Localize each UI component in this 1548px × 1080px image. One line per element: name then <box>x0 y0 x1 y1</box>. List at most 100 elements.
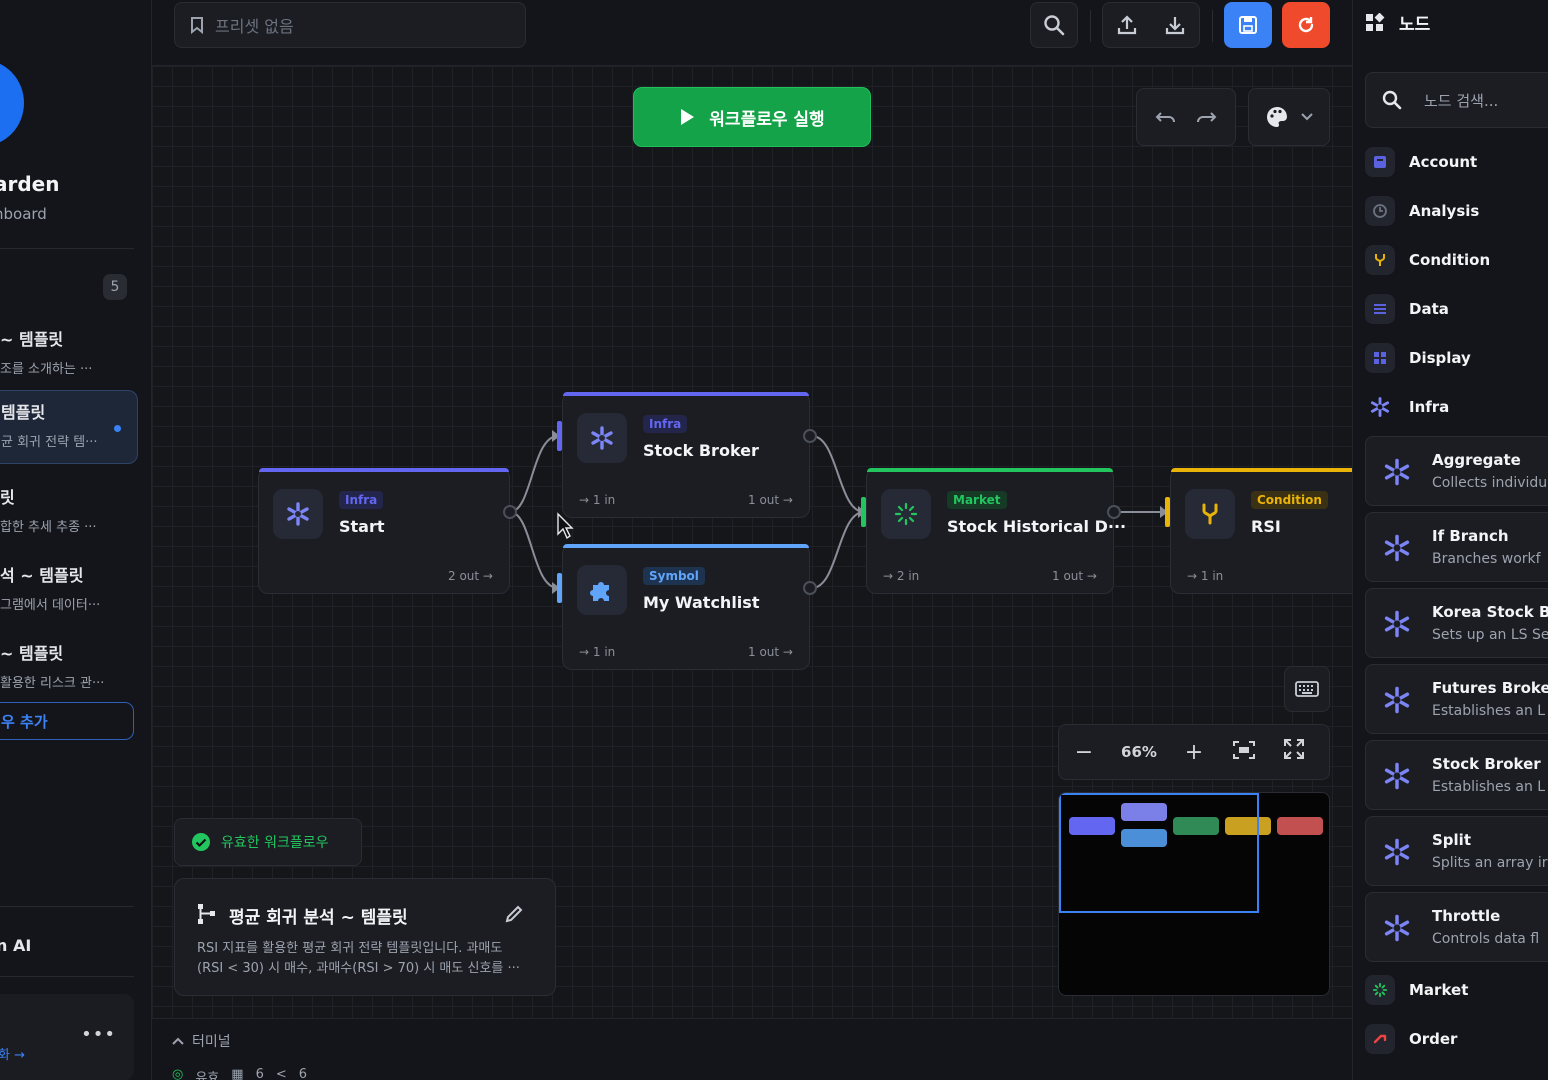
node-stock-historical[interactable]: Market Stock Historical D··· → 2 in 1 ou… <box>861 468 1126 594</box>
output-handle[interactable] <box>503 505 517 519</box>
run-workflow-button[interactable]: 워크플로우 실행 <box>634 88 870 146</box>
node-palette-panel: 노드 노드 검색... Account Analysis Condition D… <box>1352 0 1548 1080</box>
category-label: Account <box>1409 153 1478 171</box>
infra-asterisk-icon <box>1384 838 1410 866</box>
input-handle[interactable] <box>1165 497 1170 527</box>
output-handle[interactable] <box>803 429 817 443</box>
search-button[interactable] <box>1030 2 1078 48</box>
category-condition[interactable]: Condition <box>1365 240 1490 280</box>
category-label: Infra <box>1409 398 1450 416</box>
workflow-info-card: 평균 회귀 분석 ~ 템플릿 RSI 지표를 활용한 평균 회귀 전략 템플릿입… <box>174 878 556 996</box>
redo-icon[interactable] <box>1195 109 1217 125</box>
fullscreen-button[interactable] <box>1269 739 1319 765</box>
nodes-count: 6 <box>255 1067 264 1080</box>
zoom-out-button[interactable]: − <box>1059 740 1109 765</box>
market-pulse-icon <box>1365 975 1395 1005</box>
import-export-group <box>1102 2 1200 48</box>
output-handle[interactable] <box>1107 505 1121 519</box>
edges-count: 6 <box>298 1067 308 1080</box>
category-account[interactable]: Account <box>1365 142 1477 182</box>
keyboard-shortcuts-button[interactable] <box>1284 666 1330 712</box>
palette-node-if-branch[interactable]: If Branch Branches workf <box>1365 512 1548 582</box>
dashboard-icon <box>1365 343 1395 373</box>
workflow-item[interactable]: ~ 템플릿 조를 소개하는 ··· <box>0 318 138 392</box>
edit-pencil-icon[interactable] <box>505 905 523 923</box>
download-icon[interactable] <box>1164 14 1186 36</box>
workflow-item[interactable]: ~ 템플릿 활용한 리스크 관··· <box>0 632 138 706</box>
node-start[interactable]: Infra Start 2 out → <box>258 468 517 594</box>
upload-icon[interactable] <box>1116 14 1138 36</box>
divider <box>0 976 134 977</box>
save-button[interactable] <box>1224 2 1272 48</box>
workspace-title: arden <box>0 172 60 196</box>
category-label: Condition <box>1409 251 1491 269</box>
category-analysis[interactable]: Analysis <box>1365 191 1479 231</box>
divider <box>0 248 134 249</box>
user-card: ••• 화 → <box>0 994 134 1080</box>
account-icon <box>1365 147 1395 177</box>
workflow-info-desc-line: (RSI < 30) 시 매수, 과매수(RSI > 70) 시 매도 신호를 … <box>197 961 520 976</box>
workflow-item[interactable]: 석 ~ 템플릿 그램에서 데이터··· <box>0 554 138 628</box>
infra-asterisk-icon <box>1384 686 1410 714</box>
node-icon <box>273 489 323 539</box>
palette-node-split[interactable]: Split Splits an array ir <box>1365 816 1548 886</box>
output-handle[interactable] <box>803 581 817 595</box>
node-search-input[interactable]: 노드 검색... <box>1365 72 1548 128</box>
category-market[interactable]: Market <box>1365 970 1468 1010</box>
category-infra[interactable]: Infra <box>1365 387 1449 427</box>
infra-asterisk-icon <box>1384 914 1410 942</box>
workflow-info-desc: RSI 지표를 활용한 평균 회귀 전략 템플릿입니다. 과매도 (RSI < … <box>197 939 537 979</box>
workflow-item-active[interactable]: 템플릿 균 회귀 전략 템··· <box>0 390 138 464</box>
category-display[interactable]: Display <box>1365 338 1471 378</box>
theme-selector[interactable] <box>1248 88 1330 146</box>
refresh-button[interactable] <box>1282 2 1330 48</box>
palette-node-stock-broker[interactable]: Stock Broker Establishes an L <box>1365 740 1548 810</box>
node-name: My Watchlist <box>643 593 760 612</box>
market-pulse-icon <box>894 502 918 526</box>
palette-node-futures-broker[interactable]: Futures Broker Establishes an L <box>1365 664 1548 734</box>
node-my-watchlist[interactable]: Symbol My Watchlist → 1 in 1 out → <box>557 544 817 670</box>
undo-icon[interactable] <box>1155 109 1177 125</box>
zoom-level: 66% <box>1121 743 1157 761</box>
palette-node-aggregate[interactable]: Aggregate Collects individu <box>1365 436 1548 506</box>
input-handle[interactable] <box>557 421 562 451</box>
workflow-info-title: 평균 회귀 분석 ~ 템플릿 <box>229 908 408 928</box>
palette-node-throttle[interactable]: Throttle Controls data fl <box>1365 892 1548 962</box>
workflow-canvas[interactable]: 워크플로우 실행 Infra Start 2 out → Infra Stock… <box>152 66 1352 1018</box>
input-handle[interactable] <box>861 497 866 527</box>
keyboard-icon <box>1295 681 1319 697</box>
infra-asterisk-icon <box>1384 534 1410 562</box>
zoom-in-button[interactable]: + <box>1169 740 1219 765</box>
minimap[interactable] <box>1058 792 1330 996</box>
node-accent <box>563 392 809 396</box>
ai-menu-item[interactable]: n AI <box>0 936 31 955</box>
fit-view-button[interactable] <box>1219 740 1269 765</box>
node-accent <box>867 468 1113 472</box>
minimap-viewport[interactable] <box>1059 793 1259 913</box>
add-workflow-button[interactable]: 우 추가 <box>0 702 134 740</box>
fit-view-icon <box>1233 740 1255 759</box>
more-icon[interactable]: ••• <box>81 1024 116 1045</box>
category-data[interactable]: Data <box>1365 289 1449 329</box>
node-rsi[interactable]: Condition RSI → 1 in <box>1165 468 1352 594</box>
workflow-item-title: ~ 템플릿 <box>0 644 64 663</box>
terminal-status-text: 유효 <box>195 1071 220 1080</box>
workflow-item[interactable]: 릿 합한 추세 추종 ··· <box>0 476 138 550</box>
node-stock-broker[interactable]: Infra Stock Broker → 1 in 1 out → <box>557 392 817 518</box>
category-label: Analysis <box>1409 202 1480 220</box>
input-handle[interactable] <box>557 573 562 603</box>
node-category-badge: Market <box>947 491 1007 509</box>
user-card-link[interactable]: 화 → <box>0 1044 25 1063</box>
palette-node-korea-stock-broker[interactable]: Korea Stock Bro Sets up an LS Se <box>1365 588 1548 658</box>
node-icon <box>577 413 627 463</box>
terminal-toggle[interactable]: 터미널 <box>172 1031 231 1051</box>
node-port-in: → 1 in <box>579 493 616 507</box>
check-circle-icon: ◎ <box>172 1067 184 1080</box>
palette-node-title: Aggregate <box>1432 451 1521 469</box>
preset-selector[interactable]: 프리셋 없음 <box>174 2 526 48</box>
infra-asterisk-icon <box>287 502 309 526</box>
workspace-avatar[interactable] <box>0 60 24 146</box>
top-toolbar: 프리셋 없음 <box>152 0 1352 66</box>
minimap-node <box>1277 817 1323 835</box>
category-order[interactable]: Order <box>1365 1019 1457 1059</box>
